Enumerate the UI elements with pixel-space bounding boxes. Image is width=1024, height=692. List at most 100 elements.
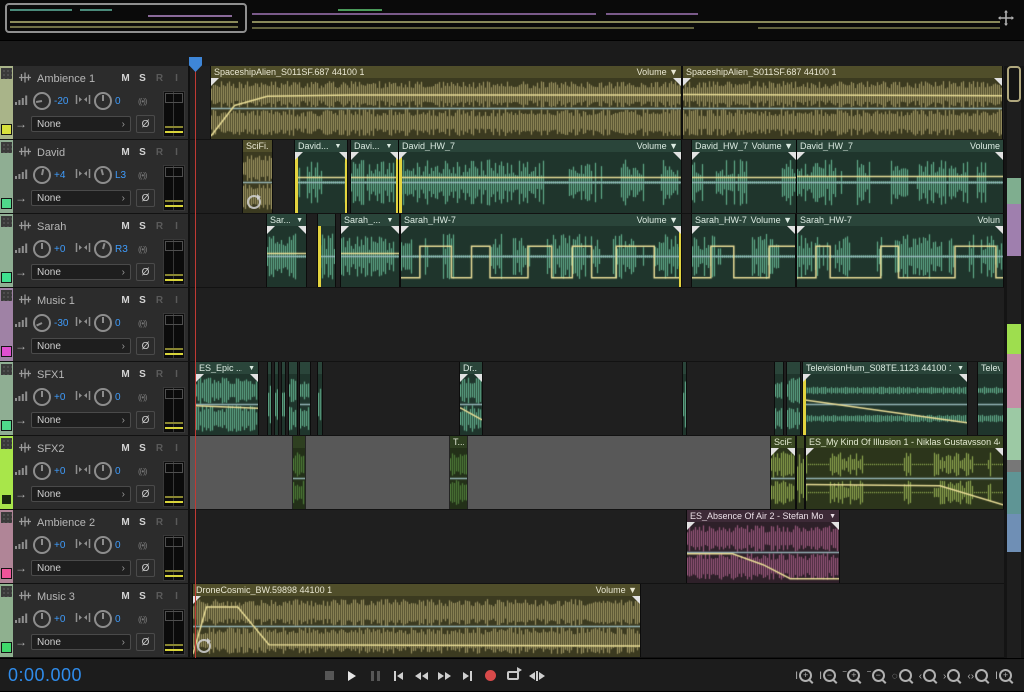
clip-envelope-label[interactable]: Volume — [966, 141, 1000, 151]
zoom-in-time-button[interactable]: ‾+ — [843, 669, 860, 682]
fade-in-handle[interactable] — [295, 152, 303, 160]
track-color-strip[interactable] — [0, 510, 13, 583]
monitor-input-button[interactable]: I — [170, 147, 183, 158]
audio-clip[interactable] — [282, 362, 285, 435]
pan-knob[interactable] — [94, 462, 112, 480]
volume-knob[interactable] — [33, 166, 51, 184]
track-color-chip[interactable] — [1, 198, 12, 209]
audio-clip[interactable] — [683, 362, 686, 435]
audio-clip[interactable]: T... — [450, 436, 467, 509]
audio-clip[interactable]: David_HW_7Volume ▼ — [399, 140, 681, 213]
arm-record-button[interactable]: R — [153, 517, 166, 528]
fade-out-handle[interactable] — [787, 448, 795, 456]
monitor-input-button[interactable]: I — [170, 517, 183, 528]
pan-knob[interactable] — [94, 314, 112, 332]
audio-clip[interactable] — [268, 362, 271, 435]
session-overview[interactable] — [0, 0, 1024, 41]
audio-clip[interactable]: Sarah_...▼ — [341, 214, 399, 287]
arm-record-button[interactable]: R — [153, 591, 166, 602]
monitor-input-button[interactable]: I — [170, 369, 183, 380]
track-color-chip[interactable] — [1, 568, 12, 579]
track-color-chip[interactable] — [1, 642, 12, 653]
navigator-icon[interactable] — [996, 8, 1016, 28]
phase-invert-button[interactable]: Ø — [136, 633, 155, 651]
audio-clip[interactable] — [787, 362, 800, 435]
track-color-chip[interactable] — [1, 124, 12, 135]
track-drag-handle[interactable] — [1, 586, 12, 597]
track-overview-segment[interactable] — [1007, 552, 1021, 658]
track-lane-sfx1[interactable]: ES_Epic ...▼ Dr.. TelevisionHum_S08TE.1123… — [190, 362, 1004, 435]
stop-button[interactable] — [322, 671, 336, 680]
clip-menu-arrow-icon[interactable]: ▼ — [957, 365, 964, 372]
track-color-strip[interactable] — [0, 66, 13, 139]
monitor-input-button[interactable]: I — [170, 73, 183, 84]
fade-in-handle[interactable] — [797, 226, 805, 234]
mute-button[interactable]: M — [119, 591, 132, 602]
track-lane-music-3[interactable]: DroneCosmic_BW.59898 44100 1Volume ▼ — [190, 584, 1004, 657]
clip-menu-arrow-icon[interactable]: ▼ — [829, 513, 836, 520]
track-output-dropdown[interactable]: None› — [31, 338, 131, 354]
arm-record-button[interactable]: R — [153, 443, 166, 454]
audio-clip[interactable] — [275, 362, 278, 435]
zoom-to-selection-button[interactable]: ‹› — [967, 669, 988, 682]
clip-envelope-label[interactable]: Volume ▼ — [633, 141, 678, 151]
audio-clip[interactable]: ES_Epic ...▼ — [196, 362, 258, 435]
track-output-dropdown[interactable]: None› — [31, 264, 131, 280]
fade-out-handle[interactable] — [474, 374, 482, 382]
pause-button[interactable] — [368, 671, 382, 681]
track-drag-handle[interactable] — [1, 364, 12, 375]
fade-in-handle[interactable] — [692, 226, 700, 234]
solo-button[interactable]: S — [136, 369, 149, 380]
fade-out-handle[interactable] — [959, 374, 967, 382]
zoom-to-in-point-button[interactable]: ‹ — [919, 669, 936, 682]
clip-envelope-label[interactable]: Volume ▼ — [633, 215, 678, 225]
fade-out-handle[interactable] — [298, 226, 306, 234]
fade-out-handle[interactable] — [250, 374, 258, 382]
track-output-dropdown[interactable]: None› — [31, 412, 131, 428]
phase-invert-button[interactable]: Ø — [136, 485, 155, 503]
clip-menu-arrow-icon[interactable]: ▼ — [335, 143, 342, 150]
rewind-button[interactable] — [414, 672, 428, 680]
go-to-previous-button[interactable] — [391, 671, 405, 681]
solo-button[interactable]: S — [136, 443, 149, 454]
track-output-dropdown[interactable]: None› — [31, 486, 131, 502]
fade-out-handle[interactable] — [788, 152, 796, 160]
track-overview-segment[interactable] — [1007, 460, 1021, 472]
track-output-dropdown[interactable]: None› — [31, 190, 131, 206]
audio-clip[interactable]: Sarah_HW-7Volume ▼ — [401, 214, 681, 287]
vertical-navigator-scrollbar[interactable] — [1004, 66, 1024, 658]
audio-clip[interactable]: TelevisionHum_S08TE.1123 44100 1 Vol...▼ — [803, 362, 967, 435]
mute-button[interactable]: M — [119, 295, 132, 306]
track-drag-handle[interactable] — [1, 290, 12, 301]
fade-out-handle[interactable] — [994, 78, 1002, 86]
fade-in-handle[interactable] — [692, 152, 700, 160]
mute-button[interactable]: M — [119, 147, 132, 158]
audio-clip[interactable] — [318, 214, 335, 287]
track-overview-segment[interactable] — [1007, 204, 1021, 256]
solo-button[interactable]: S — [136, 517, 149, 528]
fade-out-handle[interactable] — [995, 226, 1003, 234]
loop-playback-button[interactable] — [506, 671, 520, 680]
phase-invert-button[interactable]: Ø — [136, 337, 155, 355]
track-lane-sfx2[interactable]: T...SciF...ES_My Kind Of Illusion 1 - Ni… — [190, 436, 1004, 509]
phase-invert-button[interactable]: Ø — [136, 559, 155, 577]
audio-clip[interactable]: David...▼ — [295, 140, 347, 213]
phase-invert-button[interactable]: Ø — [136, 263, 155, 281]
fade-in-handle[interactable] — [399, 152, 407, 160]
fade-out-handle[interactable] — [390, 152, 398, 160]
audio-clip[interactable]: Dr.. — [460, 362, 482, 435]
audio-clip[interactable]: SciFi. — [243, 140, 272, 213]
fade-in-handle[interactable] — [803, 374, 811, 382]
fade-in-handle[interactable] — [341, 226, 349, 234]
fade-in-handle[interactable] — [687, 522, 695, 530]
fade-in-handle[interactable] — [401, 226, 409, 234]
selected-region[interactable] — [190, 436, 770, 509]
audio-clip[interactable]: SciF... — [771, 436, 795, 509]
fade-out-handle[interactable] — [632, 596, 640, 604]
monitor-input-button[interactable]: I — [170, 443, 183, 454]
track-color-chip[interactable] — [1, 420, 12, 431]
audio-clip[interactable]: SpaceshipAlien_S011SF.687 44100 1Volume … — [211, 66, 681, 139]
audio-clip[interactable]: Sar...▼ — [267, 214, 306, 287]
zoom-out-time-button[interactable]: ‾− — [867, 669, 884, 682]
zoom-full-button[interactable]: Ⅰ+ — [995, 669, 1012, 682]
